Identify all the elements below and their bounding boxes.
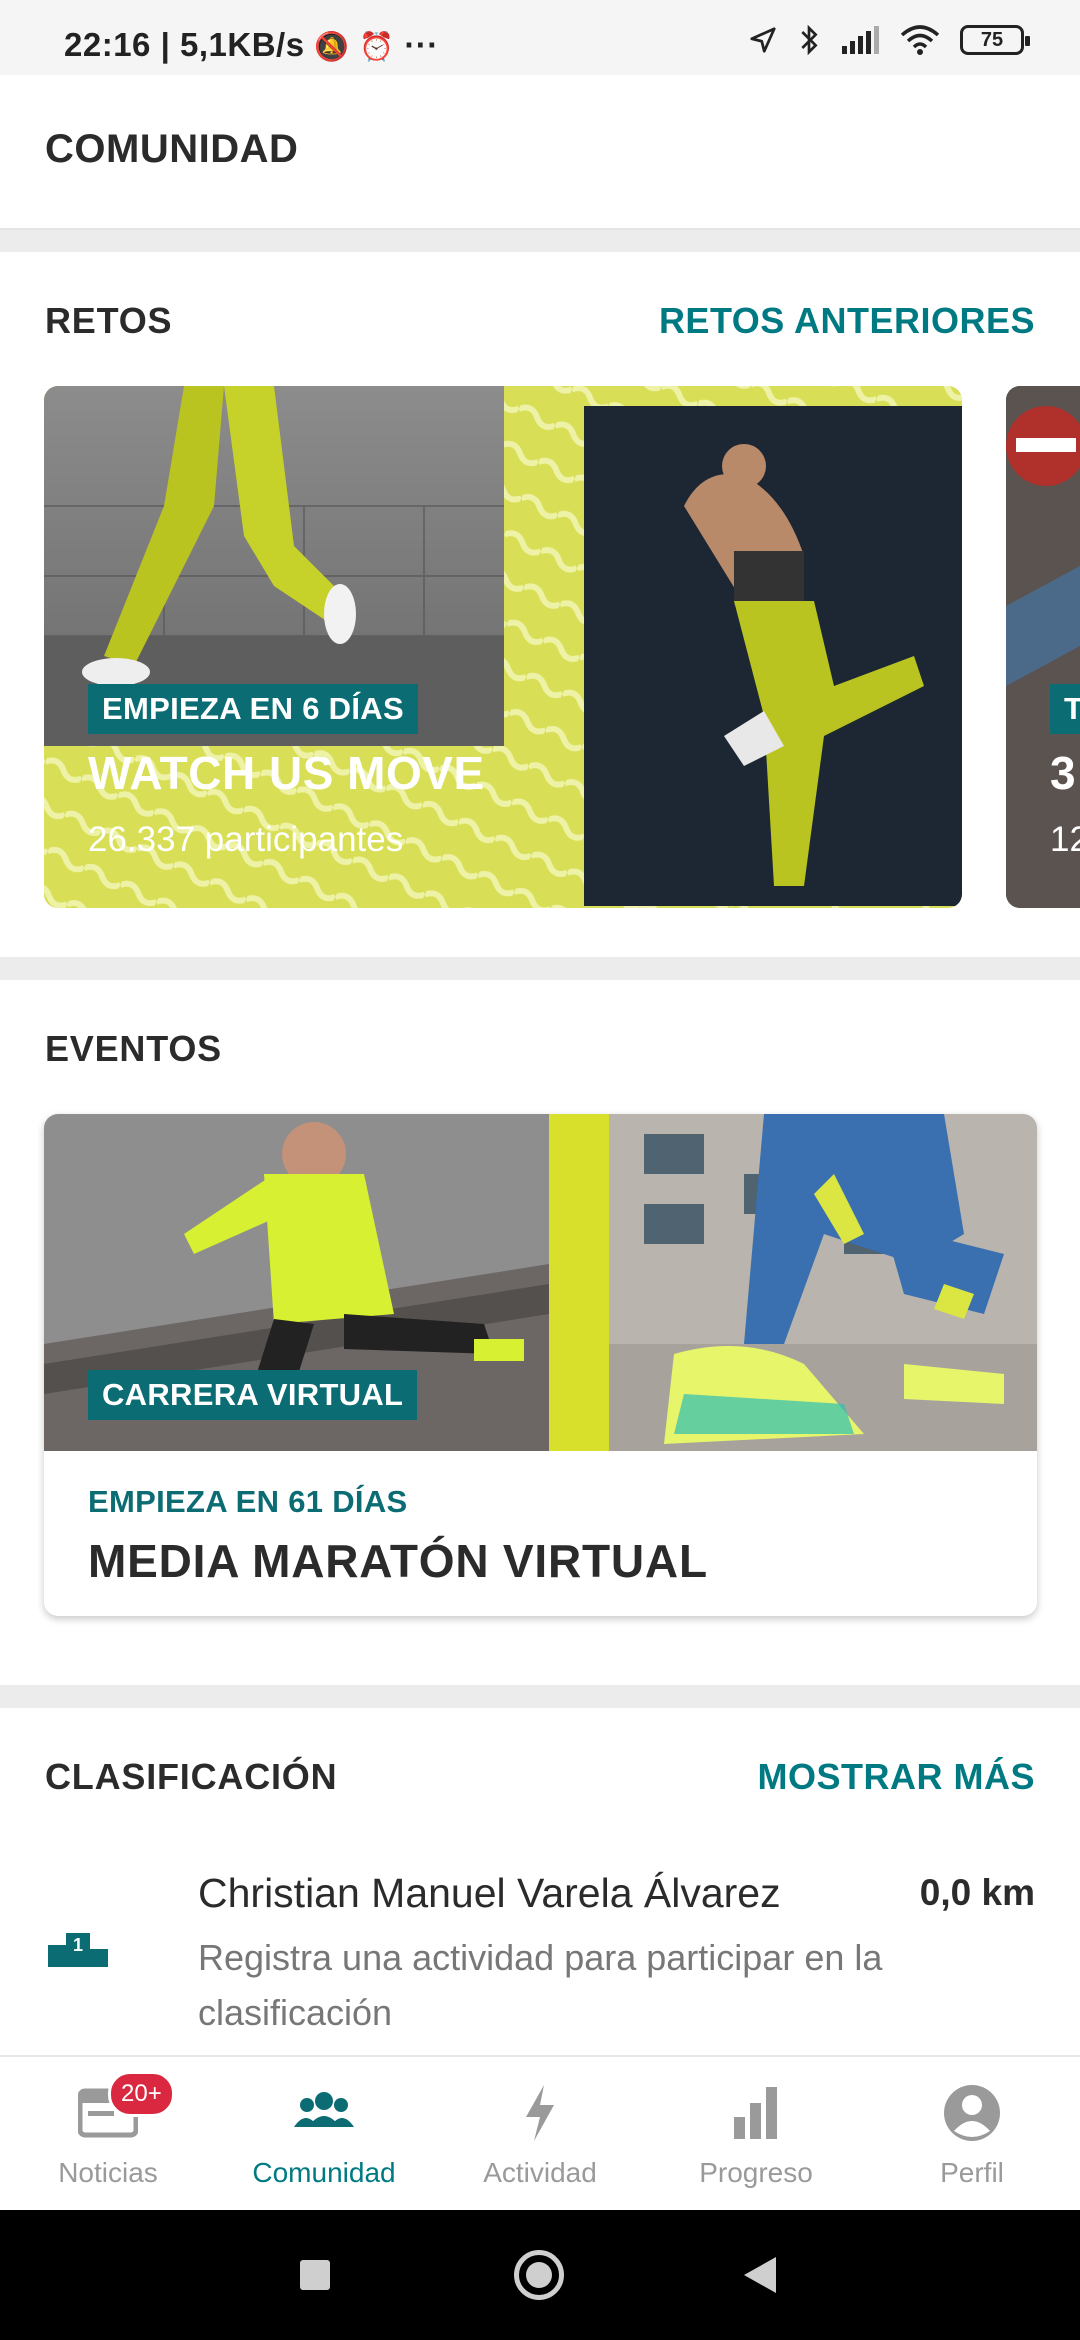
leaderboard-distance: 0,0 km bbox=[919, 1872, 1035, 1913]
bottom-nav: 20+ Noticias Comunidad Actividad Progres… bbox=[0, 2055, 1080, 2210]
nav-activity-label: Actividad bbox=[483, 2157, 597, 2188]
bluetooth-icon bbox=[801, 24, 818, 56]
signal-icon bbox=[842, 26, 879, 54]
alarm-icon: ⏰ bbox=[359, 31, 395, 62]
recents-button[interactable] bbox=[300, 2260, 330, 2290]
leaderboard-hint: Registra una actividad para participar e… bbox=[198, 1937, 883, 2033]
nav-news-label: Noticias bbox=[58, 2157, 158, 2188]
profile-icon bbox=[944, 2085, 1000, 2141]
wifi-icon bbox=[900, 25, 940, 55]
nav-profile[interactable]: Perfil bbox=[864, 2057, 1080, 2212]
news-badge: 20+ bbox=[108, 2071, 175, 2117]
system-nav-bar bbox=[0, 2210, 1080, 2340]
status-bar: 22:16 | 5,1KB/s 🔕 ⏰ ··· 75 bbox=[0, 0, 1080, 75]
show-more-link[interactable]: MOSTRAR MÁS bbox=[758, 1756, 1036, 1798]
podium-icon: 1 bbox=[48, 1933, 108, 1967]
challenge-next-name: 3 bbox=[1050, 747, 1076, 799]
events-title: EVENTOS bbox=[45, 1028, 222, 1069]
location-icon bbox=[750, 27, 776, 53]
home-button[interactable] bbox=[514, 2250, 564, 2300]
leaderboard-row[interactable]: 1 Christian Manuel Varela Álvarez 0,0 km… bbox=[0, 1858, 1080, 2048]
nav-community[interactable]: Comunidad bbox=[216, 2057, 432, 2212]
challenges-title: RETOS bbox=[45, 300, 173, 341]
event-type-badge: CARRERA VIRTUAL bbox=[88, 1370, 418, 1420]
leaderboard-title: CLASIFICACIÓN bbox=[45, 1756, 338, 1797]
nav-news[interactable]: 20+ Noticias bbox=[0, 2057, 216, 2212]
status-time: 22:16 | 5,1KB/s 🔕 ⏰ ··· bbox=[64, 26, 439, 63]
challenge-name: WATCH US MOVE bbox=[88, 747, 485, 799]
mute-icon: 🔕 bbox=[314, 31, 350, 62]
challenge-next-participants: 12 bbox=[1050, 820, 1080, 859]
battery-icon: 75 bbox=[960, 25, 1030, 55]
nav-progress[interactable]: Progreso bbox=[648, 2057, 864, 2212]
bolt-icon bbox=[526, 2085, 554, 2141]
leaderboard-section: CLASIFICACIÓN MOSTRAR MÁS 1 Christian Ma… bbox=[0, 1708, 1080, 2055]
challenge-next-badge: T bbox=[1050, 684, 1080, 734]
challenge-start-badge: EMPIEZA EN 6 DÍAS bbox=[88, 684, 418, 734]
event-card[interactable]: CARRERA VIRTUAL EMPIEZA EN 61 DÍAS MEDIA… bbox=[44, 1114, 1037, 1616]
nav-community-label: Comunidad bbox=[252, 2157, 396, 2188]
status-icons: 75 bbox=[748, 24, 1030, 56]
nav-activity[interactable]: Actividad bbox=[432, 2057, 648, 2212]
nav-progress-label: Progreso bbox=[699, 2157, 813, 2188]
challenge-card-next[interactable]: T 3 12 bbox=[1006, 386, 1080, 908]
back-button[interactable] bbox=[742, 2255, 778, 2295]
challenge-card[interactable]: EMPIEZA EN 6 DÍAS WATCH US MOVE 26.337 p… bbox=[44, 386, 962, 908]
more-icon: ··· bbox=[404, 26, 439, 63]
challenge-participants: 26.337 participantes bbox=[88, 820, 404, 859]
past-challenges-link[interactable]: RETOS ANTERIORES bbox=[659, 300, 1035, 342]
app-header: COMUNIDAD bbox=[0, 75, 1080, 230]
bar-chart-icon bbox=[734, 2087, 777, 2139]
challenges-section: RETOS RETOS ANTERIORES EMPIEZA EN 6 DÍAS… bbox=[0, 252, 1080, 957]
event-name: MEDIA MARATÓN VIRTUAL bbox=[88, 1535, 708, 1587]
event-start: EMPIEZA EN 61 DÍAS bbox=[88, 1484, 408, 1519]
nav-profile-label: Perfil bbox=[940, 2157, 1004, 2188]
events-section: EVENTOS CARRERA VIRTUAL EMPIEZA EN 61 DÍ… bbox=[0, 980, 1080, 1685]
leaderboard-user-name: Christian Manuel Varela Álvarez bbox=[198, 1870, 781, 1916]
community-icon bbox=[294, 2092, 354, 2127]
page-title: COMUNIDAD bbox=[45, 127, 299, 171]
